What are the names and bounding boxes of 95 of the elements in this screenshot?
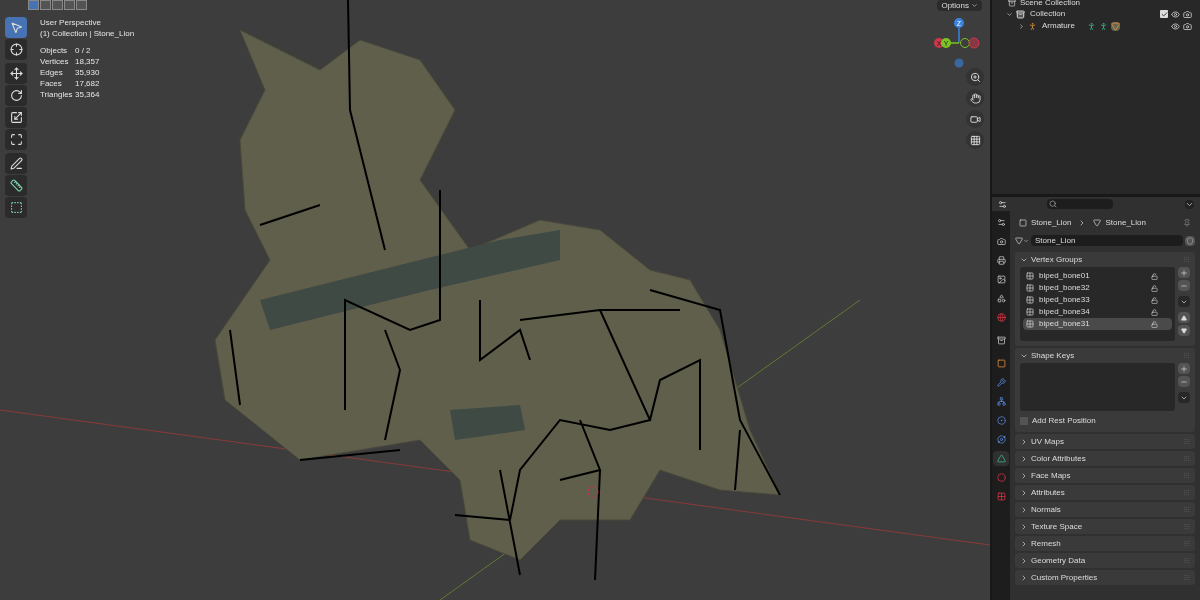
stat-value: 35,930 [75,67,101,78]
view-subtitle: (1) Collection | Stone_Lion [40,28,135,39]
vertex-group-icon [1026,284,1034,292]
camera-icon[interactable] [1183,21,1192,31]
options-dropdown[interactable]: Options [937,0,982,11]
search-icon [1049,200,1057,208]
pose-icon [1086,21,1096,31]
panel-title[interactable]: Shape Keys [1031,349,1075,362]
collection-icon [1016,9,1025,19]
panel-title[interactable]: UV Maps [1031,435,1064,448]
stat-label: Triangles [40,89,74,100]
stat-value: 35,364 [75,89,101,100]
move-down-icon[interactable] [1178,325,1190,336]
remove-icon[interactable] [1178,376,1190,387]
vertex-group-icon [1026,320,1034,328]
vertex-group-name: biped_bone33 [1039,294,1090,306]
vertex-group-name: biped_bone01 [1039,270,1090,282]
mesh-icon [1110,21,1120,31]
include-checkbox[interactable] [1160,10,1168,18]
panel-title[interactable]: Texture Space [1031,520,1083,533]
panel-title[interactable]: Remesh [1031,537,1061,550]
panel-title[interactable]: Face Maps [1031,469,1071,482]
unlock-icon[interactable] [1151,296,1158,304]
add-icon[interactable] [1178,363,1190,374]
zoom-icon[interactable] [966,68,984,86]
select-tool-icon[interactable] [5,17,27,38]
rotate-tool-icon[interactable] [5,85,27,106]
cursor-tool-icon[interactable] [5,39,27,60]
stat-value: 18,357 [75,56,101,67]
pencil-tool-icon[interactable] [5,153,27,174]
panel-title[interactable]: Normals [1031,503,1061,516]
stat-value: 0 / 2 [75,45,92,56]
camera-icon[interactable] [1183,9,1192,19]
stat-value: 17,682 [75,78,101,89]
caret-icon [971,2,978,9]
object-icon [1019,218,1027,227]
ruler-tool-icon[interactable] [5,175,27,196]
menu-caret-icon[interactable] [1178,296,1190,307]
vertex-group-name: biped_bone32 [1039,282,1090,294]
panel-title[interactable]: Geometry Data [1031,554,1086,567]
outliner-item[interactable]: Scene Collection [1020,0,1081,9]
stat-label: Faces [40,78,63,89]
eye-icon[interactable] [1171,9,1180,19]
panel-title[interactable]: Vertex Groups [1031,253,1083,266]
checkbox-label: Add Rest Position [1032,415,1096,427]
panel-title[interactable]: Color Attributes [1031,452,1086,465]
breadcrumb-item[interactable]: Stone_Lion [1031,216,1072,229]
mesh-icon [1093,218,1102,227]
vertex-group-row[interactable]: biped_bone31 [1023,318,1172,330]
transform-tool-icon[interactable] [5,129,27,150]
search-field[interactable] [1047,199,1113,209]
pose-icon [1098,21,1108,31]
vertex-group-row[interactable]: biped_bone34 [1023,306,1172,318]
vertex-group-name: biped_bone31 [1039,318,1090,330]
move-tool-icon[interactable] [5,63,27,84]
vertex-group-row[interactable]: biped_bone33 [1023,294,1172,306]
mesh-data-tab-icon[interactable] [993,451,1009,466]
dropdown-caret-icon[interactable] [1185,199,1194,209]
add-icon[interactable] [1178,267,1190,278]
unlock-icon[interactable] [1151,272,1158,280]
fake-user-shield-icon[interactable] [1185,235,1195,246]
add-cube-tool-icon[interactable] [5,197,27,218]
vertex-group-row[interactable]: biped_bone32 [1023,282,1172,294]
vertex-group-name: biped_bone34 [1039,306,1090,318]
outliner-item[interactable]: Collection [1030,8,1066,20]
stat-label: Objects [40,45,69,56]
move-up-icon[interactable] [1178,312,1190,323]
breadcrumb-item[interactable]: Stone_Lion [1105,216,1146,229]
editor-type-icon[interactable] [998,199,1007,209]
vertex-group-icon [1026,296,1034,304]
grid-icon[interactable] [966,131,984,149]
eye-icon[interactable] [1171,21,1180,31]
panel-title[interactable]: Attributes [1031,486,1065,499]
scale-tool-icon[interactable] [5,107,27,128]
unlock-icon[interactable] [1151,284,1158,292]
checkbox[interactable] [1020,417,1028,425]
remove-icon[interactable] [1178,280,1190,291]
vertex-group-icon [1026,272,1034,280]
unlock-icon[interactable] [1151,320,1158,328]
vertex-group-row[interactable]: biped_bone01 [1023,270,1172,282]
menu-caret-icon[interactable] [1178,392,1190,403]
armature-icon [1028,21,1037,31]
mesh-browse-icon[interactable] [1015,236,1029,245]
outliner-item[interactable]: Armature [1042,20,1075,32]
scene-collection-icon [1008,0,1016,7]
panel-title[interactable]: Custom Properties [1031,571,1098,584]
camera-icon[interactable] [966,110,984,128]
pin-icon[interactable] [1183,218,1191,227]
stat-label: Edges [40,67,64,78]
hand-icon[interactable] [966,89,984,107]
stat-label: Vertices [40,56,70,67]
vertex-group-icon [1026,308,1034,316]
unlock-icon[interactable] [1151,308,1158,316]
mesh-name-field[interactable]: Stone_Lion [1031,235,1183,246]
view-title: User Perspective [40,17,102,28]
